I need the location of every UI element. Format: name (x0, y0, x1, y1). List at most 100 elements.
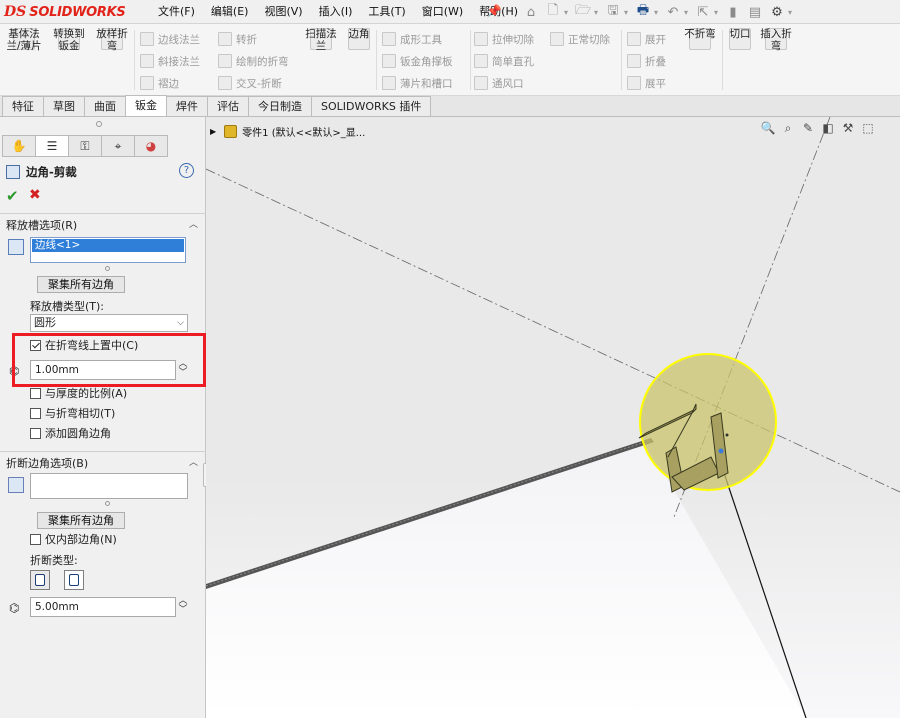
hem-button[interactable]: 褶边 (140, 74, 179, 92)
configuration-manager-tab[interactable]: ⚿ (68, 135, 102, 157)
section-view-icon[interactable]: ◧ (818, 118, 838, 138)
break-corner-options-section-header[interactable]: 折断边角选项(B) ︿ (0, 451, 206, 471)
fold-button[interactable]: 折叠 (627, 52, 666, 70)
view-orientation-icon[interactable]: ⬚ (858, 118, 878, 138)
checkbox-unchecked[interactable] (30, 407, 41, 419)
file-props-icon[interactable]: ▤ (744, 2, 766, 22)
new-doc-icon[interactable]: 🗋 (542, 2, 564, 22)
feature-manager-tab[interactable]: ✋ (2, 135, 36, 157)
tab-surfaces[interactable]: 曲面 (84, 96, 126, 116)
normal-cut-button[interactable]: 正常切除 (550, 30, 610, 48)
vent-button[interactable]: 通风口 (474, 74, 524, 92)
swept-flange-button[interactable]: 扫描法 兰 (303, 28, 339, 52)
zoom-to-fit-icon[interactable]: 🔍 (758, 118, 778, 138)
select-icon[interactable]: ⇱ (692, 2, 714, 22)
checkbox-unchecked[interactable] (30, 387, 41, 399)
rip-button[interactable]: 切口 (726, 28, 754, 52)
feature-tree-flyout[interactable]: ▶ 零件1 (默认<<默认>_显... (210, 123, 365, 139)
add-fillet-corners-checkbox[interactable]: 添加圆角边角 (30, 425, 111, 441)
tab-and-slot-button[interactable]: 薄片和槽口 (382, 74, 453, 92)
save-icon[interactable]: 🖫 (602, 2, 624, 22)
help-icon[interactable]: ? (179, 163, 194, 178)
graphics-area[interactable]: ▶ 零件1 (默认<<默认>_显... 🔍 ⌕ ✎ ◧ ⚒ ⬚ (206, 117, 900, 718)
fillet-break-button[interactable] (64, 570, 84, 590)
flatten-button[interactable]: 展平 (627, 74, 666, 92)
unfold-small-button[interactable]: 展开 (627, 30, 666, 48)
chevron-down-icon[interactable]: ▾ (654, 8, 662, 17)
checkbox-unchecked[interactable] (30, 533, 41, 545)
tab-mbd[interactable]: 今日制造 (248, 96, 312, 116)
collect-all-corners-button[interactable]: 聚集所有边角 (37, 276, 125, 293)
rebuild-icon[interactable]: ▮ (722, 2, 744, 22)
chevron-up-icon[interactable]: ︿ (189, 217, 198, 230)
break-corner-selection-list[interactable] (30, 473, 188, 499)
chevron-down-icon[interactable]: ▾ (624, 8, 632, 17)
convert-to-sheet-metal-button[interactable]: 转换到 钣金 (50, 28, 88, 52)
chevron-down-icon[interactable]: ▾ (714, 8, 722, 17)
tab-sheet-metal[interactable]: 钣金 (125, 95, 167, 116)
lofted-bend-button[interactable]: 放样折 弯 (93, 28, 131, 52)
home-icon[interactable]: ⌂ (520, 2, 542, 22)
pin-icon[interactable]: 📌 (486, 3, 502, 19)
chevron-down-icon[interactable]: ▾ (594, 8, 602, 17)
dynamic-annotation-icon[interactable]: ⚒ (838, 118, 858, 138)
edge-flange-button[interactable]: 边线法兰 (140, 30, 200, 48)
list-resize-grip[interactable] (105, 266, 110, 271)
tab-addins[interactable]: SOLIDWORKS 插件 (311, 96, 432, 116)
list-resize-grip[interactable] (105, 501, 110, 506)
tab-evaluate[interactable]: 评估 (207, 96, 249, 116)
ratio-to-thickness-checkbox[interactable]: 与厚度的比例(A) (30, 385, 127, 401)
panel-grip-handle[interactable] (96, 121, 102, 127)
checkbox-unchecked[interactable] (30, 427, 41, 439)
selected-edge-item[interactable]: 边线<1> (32, 239, 184, 252)
chevron-down-icon[interactable]: ▾ (684, 8, 692, 17)
tangent-to-bend-checkbox[interactable]: 与折弯相切(T) (30, 405, 115, 421)
base-flange-button[interactable]: 基体法 兰/薄片 (6, 28, 42, 52)
ok-button[interactable]: ✔ (6, 187, 19, 205)
relief-options-section-header[interactable]: 释放槽选项(R) ︿ (0, 213, 206, 233)
miter-flange-button[interactable]: 斜接法兰 (140, 52, 200, 70)
options-icon[interactable]: ⚙ (766, 2, 788, 22)
cancel-button[interactable]: ✖ (29, 187, 41, 203)
menu-tools[interactable]: 工具(T) (360, 0, 413, 24)
cross-break-button[interactable]: 交叉-折断 (218, 74, 282, 92)
insert-bends-button[interactable]: 插入折 弯 (757, 28, 795, 52)
menu-edit[interactable]: 编辑(E) (203, 0, 257, 24)
collect-all-break-corners-button[interactable]: 聚集所有边角 (37, 512, 125, 529)
tab-features[interactable]: 特征 (2, 96, 44, 116)
print-icon[interactable]: 🖶 (632, 2, 654, 22)
no-bends-button[interactable]: 不折弯 (682, 28, 718, 52)
chevron-down-icon[interactable]: ▾ (564, 8, 572, 17)
tab-sketch[interactable]: 草图 (43, 96, 85, 116)
break-distance-spinner[interactable]: ︿ ﹀ (178, 597, 188, 615)
simple-hole-button[interactable]: 简单直孔 (474, 52, 534, 70)
open-icon[interactable]: 🗁 (572, 2, 594, 22)
expand-arrow-icon[interactable]: ▶ (210, 127, 216, 136)
extruded-cut-button[interactable]: 拉伸切除 (474, 30, 534, 48)
break-distance-input[interactable]: 5.00mm (30, 597, 176, 617)
menu-insert[interactable]: 插入(I) (311, 0, 361, 24)
forming-tool-button[interactable]: 成形工具 (382, 30, 442, 48)
tab-weldments[interactable]: 焊件 (166, 96, 208, 116)
jog-button[interactable]: 转折 (218, 30, 257, 48)
chamfer-break-button[interactable] (30, 570, 50, 590)
solidworks-logo[interactable]: DS SOLIDWORKS (4, 2, 126, 22)
dimxpert-manager-tab[interactable]: ⌖ (101, 135, 135, 157)
menu-window[interactable]: 窗口(W) (414, 0, 471, 24)
spin-down-icon[interactable]: ﹀ (178, 606, 188, 615)
chevron-up-icon[interactable]: ︿ (189, 455, 198, 468)
previous-view-icon[interactable]: ✎ (798, 118, 818, 138)
chevron-down-icon[interactable]: ▾ (788, 8, 796, 17)
menu-file[interactable]: 文件(F) (150, 0, 203, 24)
menu-view[interactable]: 视图(V) (256, 0, 310, 24)
internal-corners-only-checkbox[interactable]: 仅内部边角(N) (30, 531, 117, 547)
display-manager-tab[interactable]: ◕ (134, 135, 168, 157)
property-manager-tab[interactable]: ☰ (35, 135, 69, 157)
zoom-to-area-icon[interactable]: ⌕ (778, 118, 798, 138)
corners-button[interactable]: 边角 (344, 28, 374, 52)
undo-icon[interactable]: ↶ (662, 2, 684, 22)
relief-type-dropdown[interactable]: 圆形 ⌵ (30, 314, 188, 332)
sketched-bend-button[interactable]: 绘制的折弯 (218, 52, 289, 70)
corner-edges-selection-list[interactable]: 边线<1> (30, 237, 186, 263)
sheet-metal-gusset-button[interactable]: 钣金角撑板 (382, 52, 453, 70)
